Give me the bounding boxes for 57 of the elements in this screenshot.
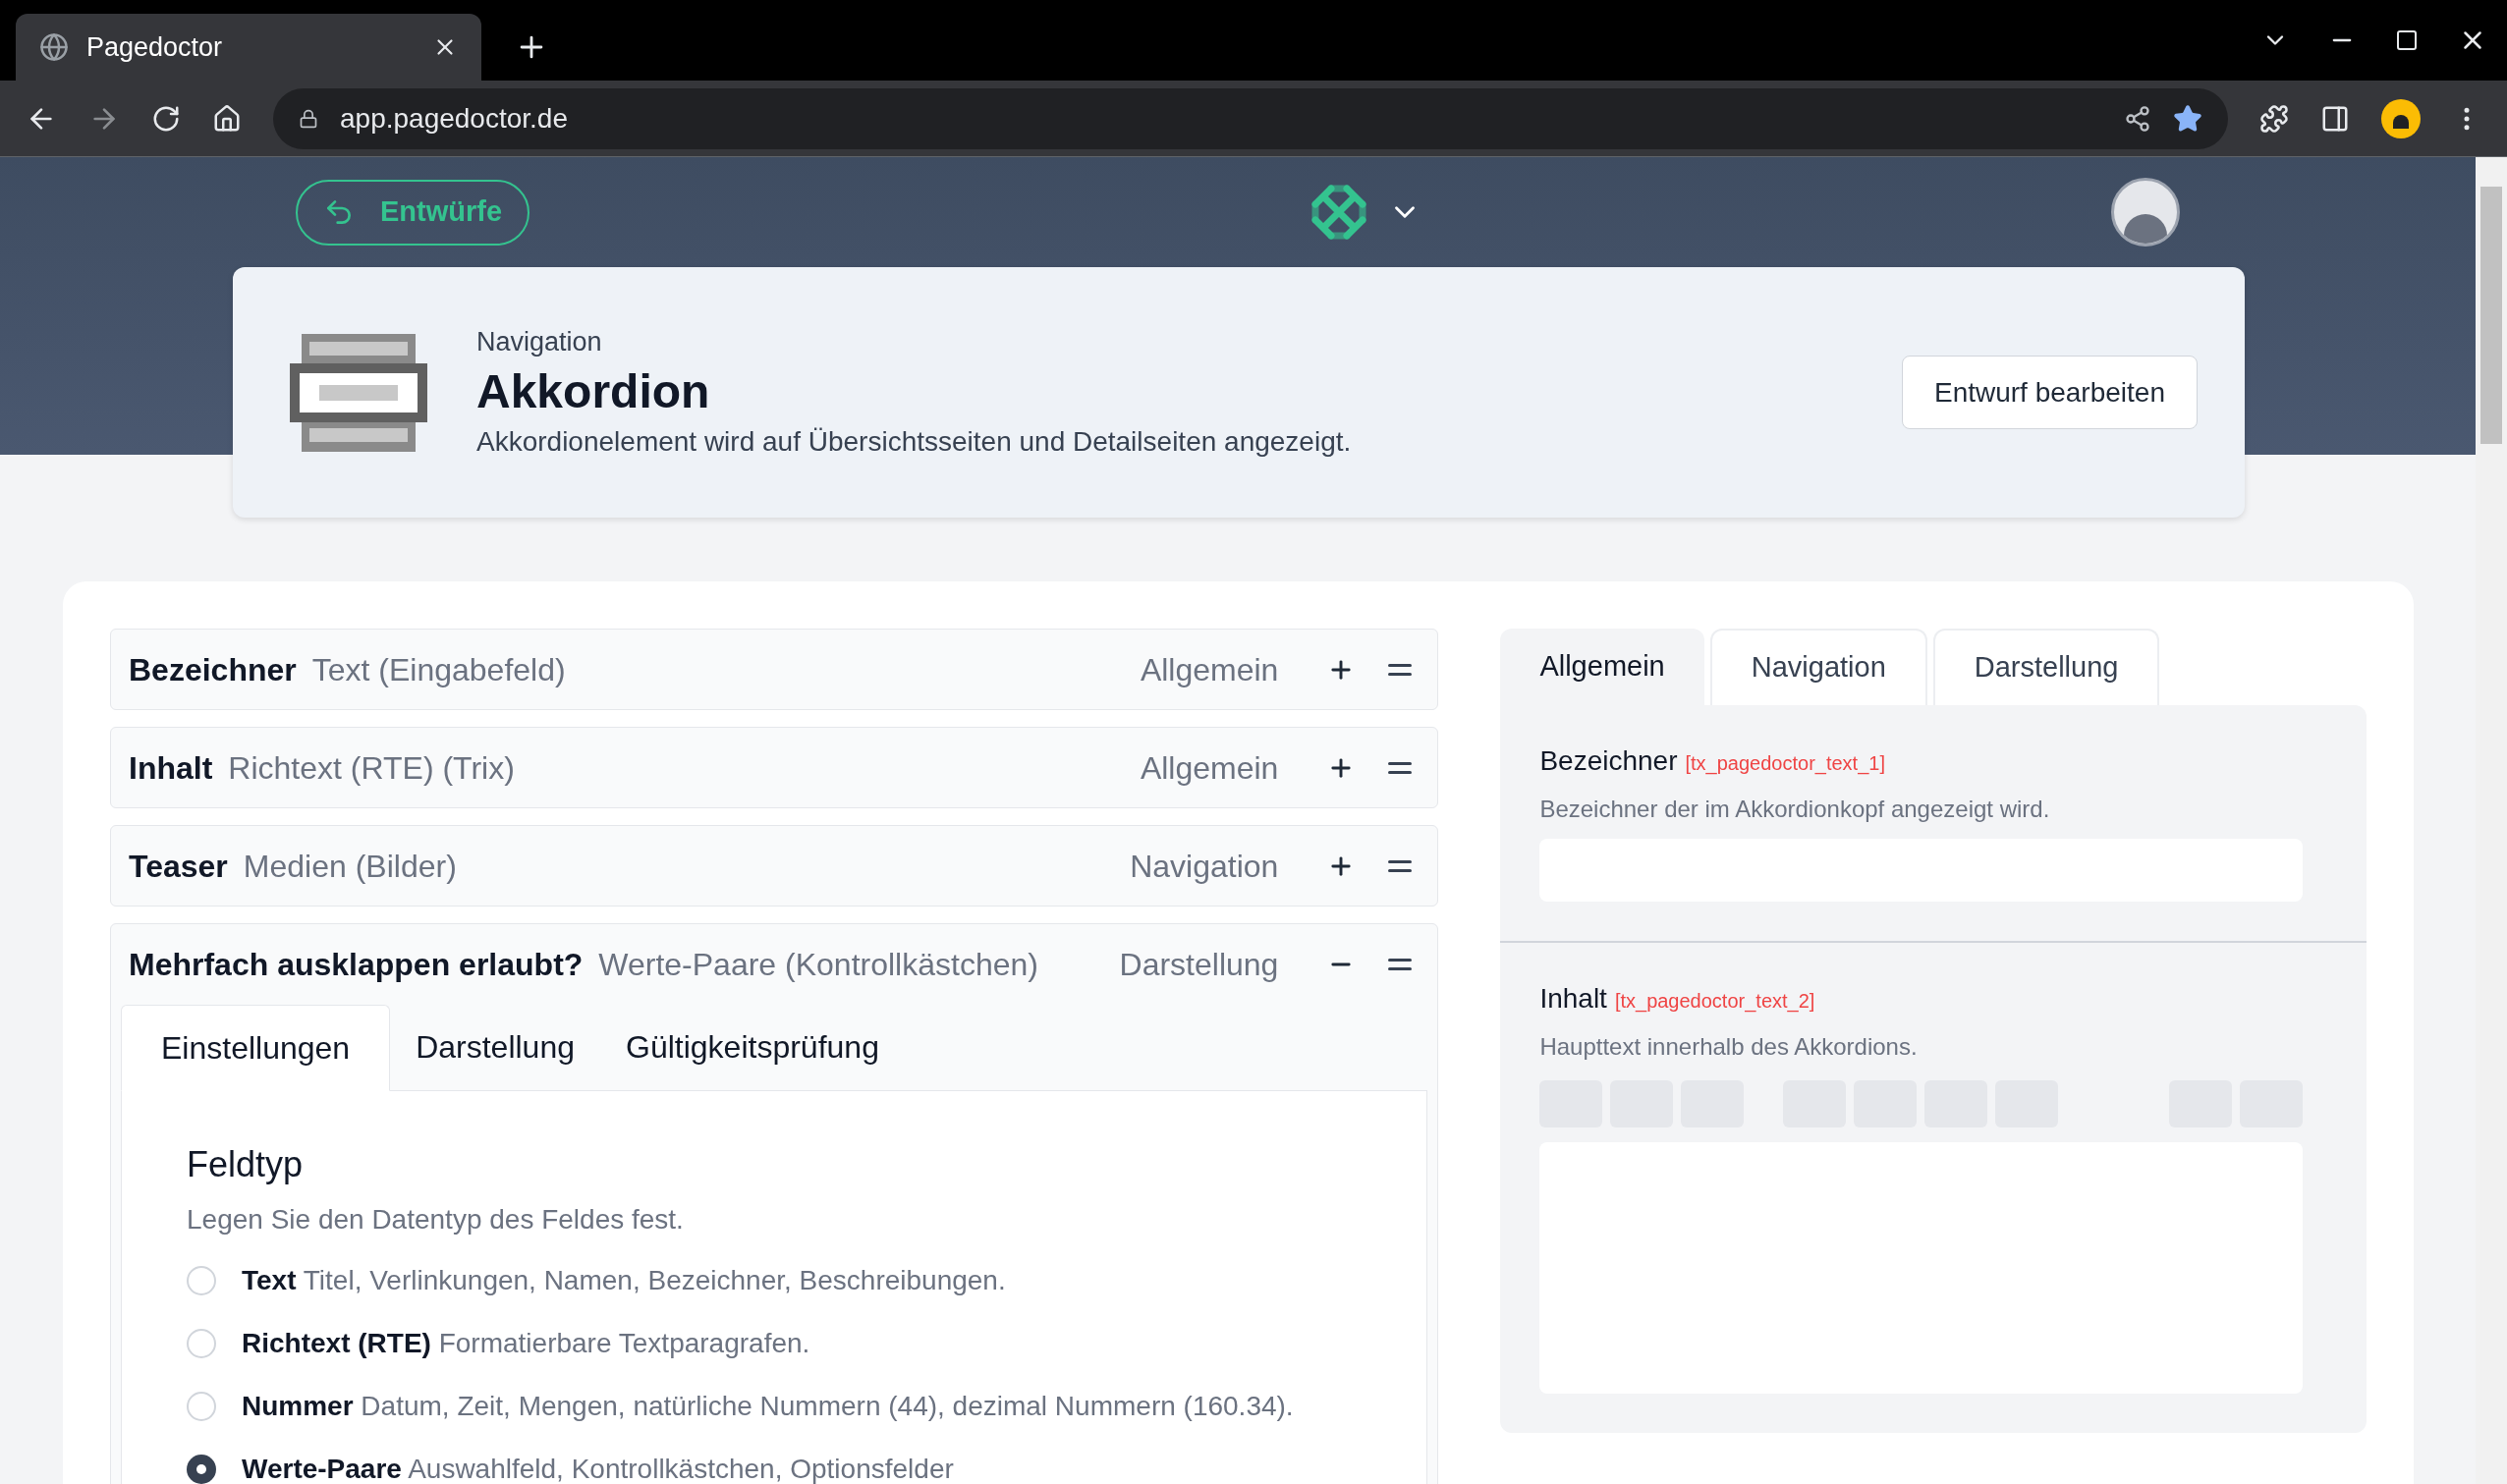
globe-icon — [39, 32, 69, 62]
field-name: Teaser — [129, 847, 228, 886]
field-group: Darstellung — [1119, 940, 1279, 988]
field-key: [tx_pagedoctor_text_1] — [1685, 748, 1885, 778]
profile-avatar[interactable] — [2381, 98, 2421, 138]
settings-tab[interactable]: Gültigkeitsprüfung — [600, 1004, 905, 1090]
tab-title: Pagedoctor — [86, 30, 224, 64]
field-name: Mehrfach ausklappen erlaubt? — [129, 945, 584, 984]
radio-button[interactable] — [187, 1392, 216, 1421]
preview-field-label: Bezeichner — [1539, 744, 1678, 778]
field-row[interactable]: Bezeichner Text (Eingabefeld) Allgemein — [110, 629, 1439, 710]
back-button[interactable]: Entwürfe — [296, 179, 530, 246]
share-icon[interactable] — [2124, 104, 2151, 133]
field-type: Medien (Bilder) — [243, 847, 457, 886]
field-row[interactable] — [110, 923, 1439, 1484]
radio-button[interactable] — [187, 1329, 216, 1358]
field-type: Werte-Paare (Kontrollkästchen) — [598, 945, 1038, 984]
field-group: Allgemein — [1140, 743, 1279, 792]
field-name: Inhalt — [129, 748, 213, 788]
preview-field-description: Bezeichner der im Akkordionkopf angezeigt wird. — [1539, 795, 2051, 824]
url-text: app.pagedoctor.de — [340, 101, 569, 136]
address-bar[interactable]: app.pagedoctor.de — [273, 87, 2228, 149]
home-icon[interactable] — [212, 103, 242, 134]
preview-tab[interactable]: Darstellung — [1932, 629, 2160, 705]
maximize-icon[interactable] — [2395, 28, 2419, 52]
radio-button[interactable] — [187, 1266, 216, 1295]
bookmark-star-icon[interactable] — [2173, 103, 2202, 134]
preview-field-label: Inhalt — [1539, 982, 1607, 1016]
field-row[interactable]: Teaser Medien (Bilder) Navigation — [110, 825, 1439, 907]
lock-icon — [299, 108, 318, 129]
scrollbar[interactable] — [2476, 157, 2507, 1484]
element-description: Akkordionelement wird auf Übersichtsseiten und Detailseiten angezeigt. — [476, 424, 1353, 459]
field-name: Bezeichner — [129, 650, 297, 689]
element-category: Navigation — [476, 326, 603, 359]
field-type-option[interactable]: Nummer Datum, Zeit, Mengen, natürliche Nummern (44), dezimal Nummern (160.34). — [242, 1386, 1294, 1427]
field-row[interactable]: Inhalt Richtext (RTE) (Trix) Allgemein — [110, 727, 1439, 808]
field-type-option[interactable]: Text Titel, Verlinkungen, Namen, Bezeichner, Beschreibungen. — [242, 1260, 1006, 1301]
field-group: Navigation — [1130, 842, 1279, 890]
field-type-option[interactable]: Richtext (RTE) Formatierbare Textparagrafen. — [242, 1323, 810, 1364]
field-type-option[interactable]: Werte-Paare Auswahlfeld, Kontrollkästchen, Optionsfelder — [242, 1449, 954, 1484]
accordion-icon — [290, 333, 427, 452]
radio-button[interactable] — [187, 1455, 216, 1484]
preview-field-description: Haupttext innerhalb des Akkordions. — [1539, 1032, 1919, 1062]
preview-tab[interactable]: Allgemein — [1500, 629, 1704, 705]
settings-tab[interactable]: Darstellung — [390, 1004, 600, 1090]
element-title: Akkordion — [476, 363, 711, 419]
field-group: Allgemein — [1140, 645, 1279, 693]
edit-draft-button[interactable]: Entwurf bearbeiten — [1901, 356, 2198, 429]
extensions-icon[interactable] — [2259, 103, 2289, 134]
section-title: Feldtyp — [187, 1143, 305, 1186]
section-description: Legen Sie den Datentyp des Feldes fest. — [187, 1203, 685, 1237]
field-key: [tx_pagedoctor_text_2] — [1614, 986, 1815, 1016]
preview-tab[interactable]: Navigation — [1709, 629, 1927, 705]
browser-tab[interactable]: Pagedoctor — [16, 14, 481, 81]
field-type: Richtext (RTE) (Trix) — [228, 748, 515, 788]
settings-tab[interactable]: Einstellungen — [121, 1005, 391, 1091]
field-type: Text (Eingabefeld) — [311, 650, 566, 689]
